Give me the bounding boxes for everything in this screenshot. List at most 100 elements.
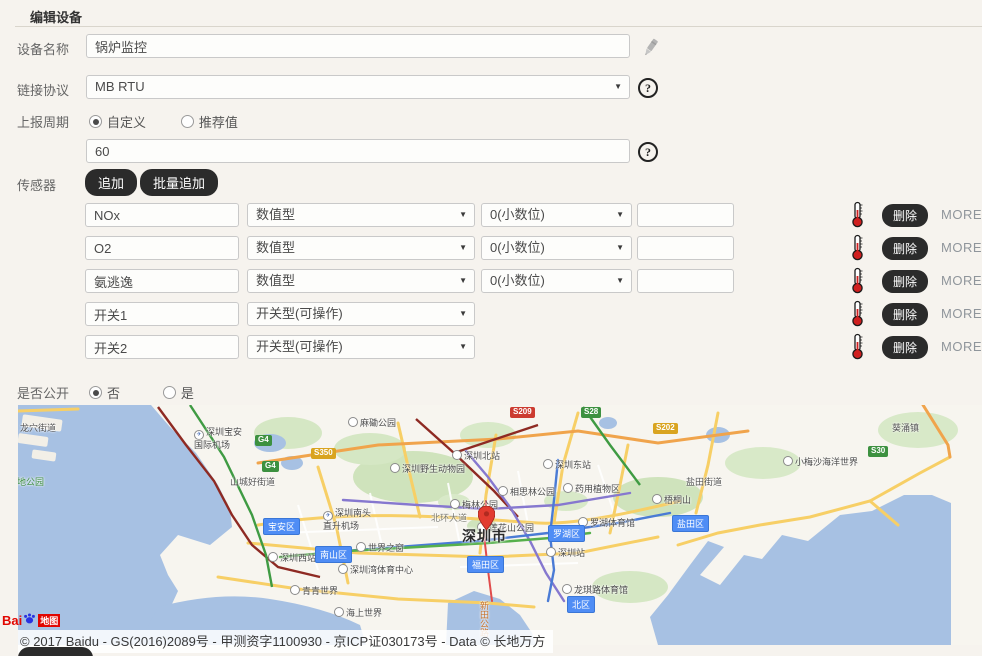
edit-device-page: 编辑设备 设备名称 链接协议 MB RTU ▼ ? 上报周期 自定义 推荐值 ?… <box>0 0 982 656</box>
map-poi-label: 麻磡公园 <box>348 416 396 429</box>
baidu-map[interactable]: 龙穴街道湿地公园✈深圳宝安国际机场麻磡公园深圳野生动物园深圳北站山城好街道✈深圳… <box>18 405 982 645</box>
more-link[interactable]: MORE <box>941 240 982 255</box>
append-button[interactable]: 追加 <box>85 169 137 196</box>
sensor-type-select-value: 开关型(可操作) <box>256 339 343 354</box>
map-poi-label: 青青世界 <box>290 584 338 597</box>
radio-public-no-label: 否 <box>107 386 120 401</box>
poi-text: 葵涌镇 <box>892 423 919 433</box>
sensor-decimal-select[interactable]: 0(小数位)▼ <box>481 236 632 260</box>
baidu-paw-icon <box>23 612 36 628</box>
chevron-down-icon: ▼ <box>614 76 622 98</box>
poi-marker-icon <box>783 456 793 466</box>
district-badge: 盐田区 <box>672 515 709 532</box>
delete-sensor-button[interactable]: 删除 <box>882 237 928 260</box>
poi-text: 龙琪路体育馆 <box>574 585 628 595</box>
sensor-decimal-select[interactable]: 0(小数位)▼ <box>481 269 632 293</box>
sensor-name-input[interactable] <box>85 335 239 359</box>
poi-marker-icon <box>356 542 366 552</box>
poi-text: 湿地公园 <box>18 477 44 487</box>
edit-pencil-icon[interactable] <box>640 36 660 65</box>
sensor-extra-input[interactable] <box>637 236 734 260</box>
poi-text: 世界之窗 <box>368 543 404 553</box>
map-poi-label: 湿地公园 <box>18 475 44 488</box>
report-period-input[interactable] <box>86 139 630 163</box>
bottom-button[interactable] <box>18 647 93 656</box>
map-poi-label: 龙琪路体育馆 <box>562 583 628 596</box>
poi-marker-icon <box>498 486 508 496</box>
sensor-decimal-select-value: 0(小数位) <box>490 207 545 222</box>
map-poi-label: 深圳西站 <box>268 551 316 564</box>
delete-sensor-button[interactable]: 删除 <box>882 204 928 227</box>
map-poi-label: 相思林公园 <box>498 485 555 498</box>
map-marker-icon[interactable] <box>478 506 495 536</box>
radio-public-no[interactable] <box>89 386 102 399</box>
sensor-name-input[interactable] <box>85 236 239 260</box>
poi-marker-icon <box>652 494 662 504</box>
more-link[interactable]: MORE <box>941 306 982 321</box>
baidu-logo-bai: Bai <box>2 613 22 628</box>
device-name-label: 设备名称 <box>17 39 69 58</box>
poi-text: 梧桐山 <box>664 495 691 505</box>
thermometer-icon <box>851 201 864 233</box>
protocol-select[interactable]: MB RTU ▼ <box>86 75 630 99</box>
sensor-type-select[interactable]: 开关型(可操作) ▼ <box>247 335 475 359</box>
sensor-type-select[interactable]: 开关型(可操作)▼ <box>247 302 475 326</box>
poi-marker-icon <box>348 417 358 427</box>
sensor-type-select-value: 数值型 <box>256 240 295 255</box>
poi-marker-icon: ✈ <box>323 511 333 521</box>
chevron-down-icon: ▼ <box>459 204 467 226</box>
sensor-row: 数值型▼0(小数位)▼ 删除 MORE <box>0 269 982 302</box>
poi-text: 深圳野生动物园 <box>402 464 465 474</box>
sensor-type-select[interactable]: 数值型▼ <box>247 269 475 293</box>
report-period-help-icon[interactable]: ? <box>638 142 658 162</box>
radio-public-yes[interactable] <box>163 386 176 399</box>
radio-custom[interactable] <box>89 115 102 128</box>
chevron-down-icon: ▼ <box>459 336 467 358</box>
map-poi-label: ✈深圳南头直升机场 <box>323 508 371 531</box>
road-shield: G4 <box>255 435 272 446</box>
district-badge: 福田区 <box>467 556 504 573</box>
poi-text: 青青世界 <box>302 586 338 596</box>
protocol-help-icon[interactable]: ? <box>638 78 658 98</box>
protocol-label: 链接协议 <box>17 80 69 99</box>
poi-marker-icon <box>562 584 572 594</box>
delete-sensor-button[interactable]: 删除 <box>882 336 928 359</box>
sensor-type-select[interactable]: 数值型 ▼ <box>247 203 475 227</box>
sensor-name-input[interactable] <box>85 203 239 227</box>
thermometer-icon <box>851 333 864 365</box>
delete-sensor-button[interactable]: 删除 <box>882 303 928 326</box>
poi-marker-icon <box>452 450 462 460</box>
radio-recommended[interactable] <box>181 115 194 128</box>
map-poi-label: 深圳野生动物园 <box>390 462 465 475</box>
sensor-row: 开关型(可操作)▼ 删除 MORE <box>0 302 982 335</box>
device-name-input[interactable] <box>86 34 630 58</box>
map-poi-label: 北环大道 <box>431 511 467 524</box>
page-header: 编辑设备 <box>15 0 982 27</box>
map-poi-label: 梧桐山 <box>652 493 691 506</box>
sensor-decimal-select[interactable]: 0(小数位)▼ <box>481 203 632 227</box>
thermometer-icon <box>851 234 864 266</box>
poi-marker-icon <box>543 459 553 469</box>
more-link[interactable]: MORE <box>941 207 982 222</box>
sensor-extra-input[interactable] <box>637 203 734 227</box>
sensor-type-select-value: 数值型 <box>256 207 295 222</box>
poi-text: 深圳站 <box>558 548 585 558</box>
sensor-name-input[interactable] <box>85 269 239 293</box>
road-shield: S28 <box>581 407 601 418</box>
more-link[interactable]: MORE <box>941 273 982 288</box>
batch-append-button[interactable]: 批量追加 <box>140 169 218 196</box>
is-public-label: 是否公开 <box>17 383 69 402</box>
sensor-name-input[interactable] <box>85 302 239 326</box>
poi-text: 海上世界 <box>346 608 382 618</box>
poi-text: 小梅沙海洋世界 <box>795 457 858 467</box>
sensor-type-select-value: 开关型(可操作) <box>256 306 343 321</box>
sensor-extra-input[interactable] <box>637 269 734 293</box>
map-poi-label: ✈深圳宝安国际机场 <box>194 427 242 450</box>
sensor-type-select[interactable]: 数值型▼ <box>247 236 475 260</box>
sensor-rows: 数值型▼0(小数位)▼删除MORE数值型▼0(小数位)▼删除MORE数值型▼0(… <box>0 203 982 368</box>
more-link[interactable]: MORE <box>941 339 982 354</box>
delete-sensor-button[interactable]: 删除 <box>882 270 928 293</box>
map-poi-label: 深圳北站 <box>452 449 500 462</box>
baidu-logo: Bai 地图 <box>2 612 60 628</box>
poi-marker-icon <box>334 607 344 617</box>
